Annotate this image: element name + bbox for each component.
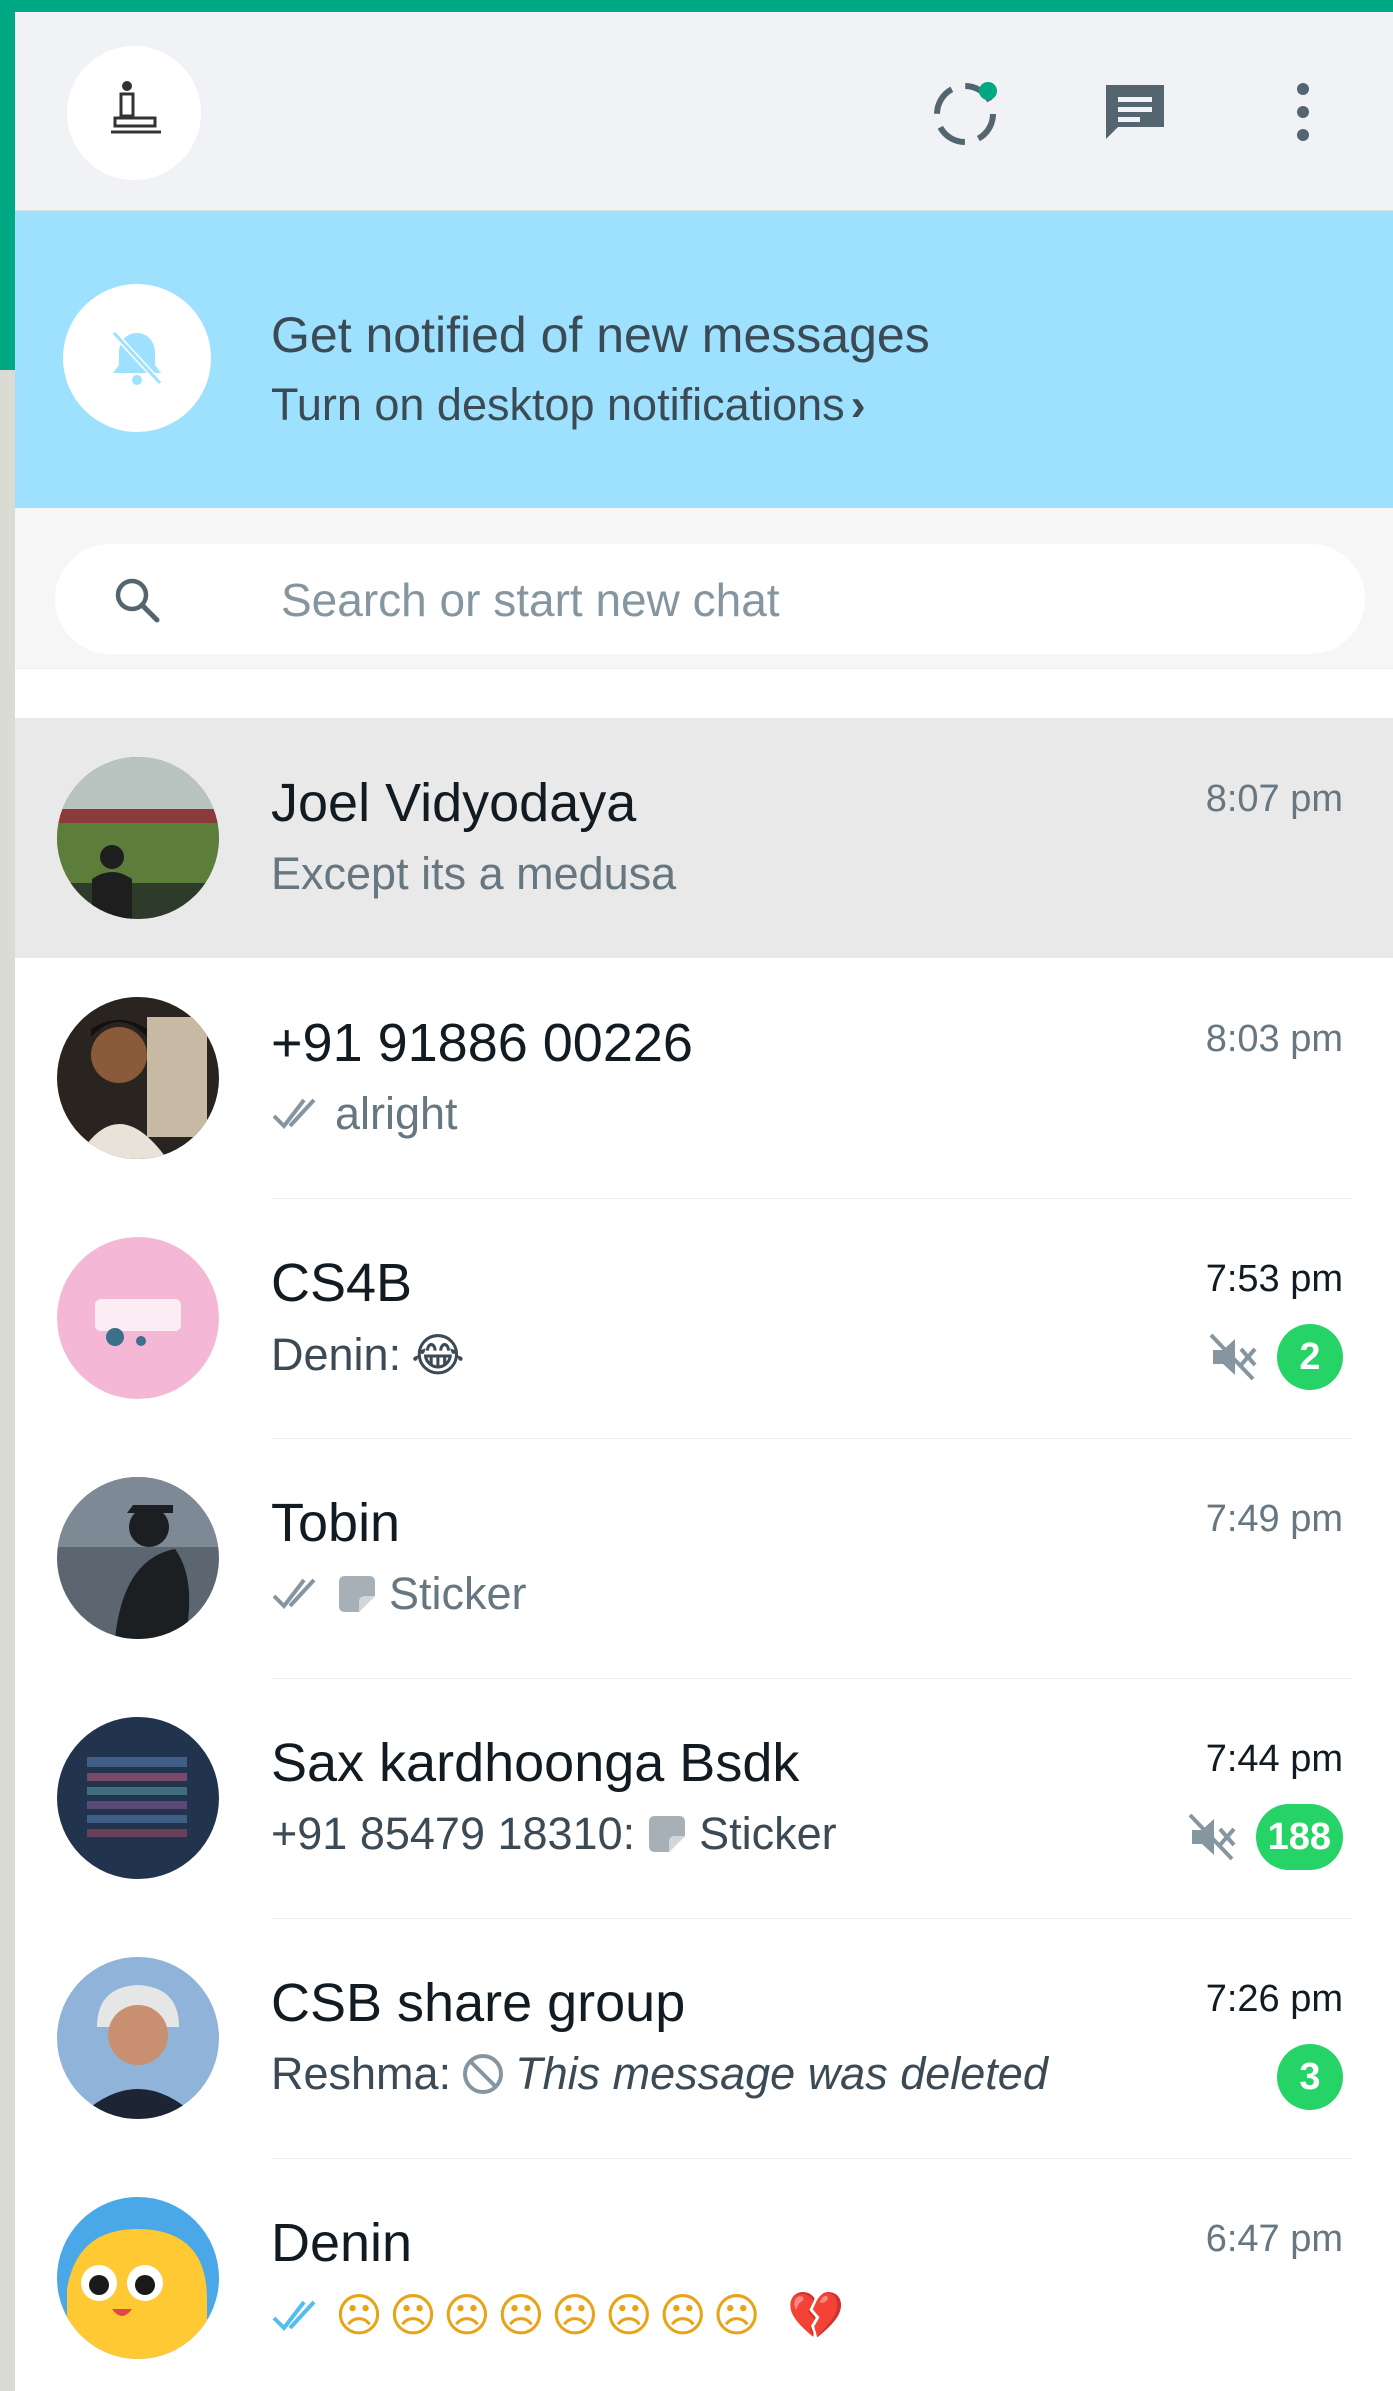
bell-off-circle [63,284,211,432]
status-button[interactable] [927,72,1007,152]
double-check-icon [272,1578,316,1610]
banner-title: Get notified of new messages [271,307,930,363]
avatar-image [57,1717,219,1879]
enable-notifications-link[interactable]: Turn on desktop notifications › [271,379,866,431]
profile-avatar[interactable] [67,46,201,180]
unread-badge: 188 [1255,1804,1343,1870]
avatar-image [57,1957,219,2119]
avatar-image [57,1237,219,1399]
preview-sender: +91 85479 18310: [271,1808,636,1859]
chat-preview: Sticker [271,1568,527,1620]
chat-name: Joel Vidyodaya [271,773,637,833]
chat-time: 7:44 pm [1205,1738,1343,1780]
chat-body: CS4B 7:53 pm Denin: 😂 2 [271,1198,1353,1439]
chat-name: Denin [271,2213,413,2273]
mute-icon [1209,1333,1257,1381]
status-icon [934,82,997,145]
search-bar [15,508,1393,669]
chat-row[interactable]: Tobin 7:49 pm Sticker [15,1438,1393,1679]
chat-preview: Reshma: This message was deleted [271,2048,1048,2100]
double-check-blue-icon [272,2300,316,2331]
chat-body: CSB share group 7:26 pm Reshma: This mes… [271,1918,1353,2159]
preview-text: Sticker [699,1808,837,1859]
chat-name: CSB share group [271,1973,686,2033]
chat-time: 8:03 pm [1205,1018,1343,1060]
chat-name: +91 91886 00226 [271,1013,693,1073]
sidebar-header [15,12,1393,211]
chat-row[interactable]: +91 91886 00226 8:03 pm alright [15,958,1393,1199]
double-check-icon [272,1098,316,1130]
new-chat-icon [1106,85,1164,139]
search-input[interactable] [279,564,1323,636]
chat-avatar [57,1717,219,1879]
mute-icon [1188,1813,1236,1861]
chat-row[interactable]: Denin 6:47 pm ☹☹☹☹☹☹☹☹ 💔 [15,2158,1393,2391]
chat-time: 7:49 pm [1205,1498,1343,1540]
sticker-icon [649,1816,686,1852]
chat-row[interactable]: CSB share group 7:26 pm Reshma: This mes… [15,1918,1393,2159]
chat-list: Joel Vidyodaya 8:07 pm Except its a medu… [15,718,1393,2391]
menu-button[interactable] [1263,72,1343,152]
preview-text: Except its a medusa [271,848,677,899]
menu-icon [1297,83,1309,141]
chat-time: 7:53 pm [1205,1258,1343,1300]
preview-sender: Denin: [271,1329,402,1380]
chat-avatar [57,1477,219,1639]
chat-time: 7:26 pm [1205,1978,1343,2020]
chat-avatar [57,1957,219,2119]
chat-row[interactable]: Joel Vidyodaya 8:07 pm Except its a medu… [15,718,1393,958]
chat-preview: ☹☹☹☹☹☹☹☹ 💔 [271,2288,851,2343]
unread-badge: 3 [1277,2044,1343,2110]
chat-avatar [57,757,219,919]
new-chat-button[interactable] [1095,72,1175,152]
chat-preview: Except its a medusa [271,848,676,900]
chat-row[interactable]: CS4B 7:53 pm Denin: 😂 2 [15,1198,1393,1439]
chat-preview: alright [271,1088,458,1140]
preview-sender: Reshma: [271,2048,452,2099]
user-avatar [111,81,161,134]
search-icon[interactable] [111,574,163,626]
chat-avatar [57,1237,219,1399]
deleted-icon [463,2054,504,2094]
chat-preview: +91 85479 18310: Sticker [271,1808,837,1860]
preview-emoji: 😂 [411,1328,465,1382]
chevron-right-icon: › [850,379,866,430]
sticker-icon [339,1576,375,1612]
chat-sidebar: Get notified of new messages Turn on des… [15,12,1393,2391]
chat-body: Joel Vidyodaya 8:07 pm Except its a medu… [271,718,1353,958]
chat-body: Sax kardhoonga Bsdk 7:44 pm +91 85479 18… [271,1678,1353,1919]
search-box[interactable] [55,544,1365,654]
chat-time: 6:47 pm [1205,2218,1343,2260]
chat-avatar [57,2197,219,2359]
unread-badge: 2 [1277,1324,1343,1390]
chat-meta: 188 [1186,1804,1343,1870]
chat-meta: 2 [1207,1324,1343,1390]
preview-text: This message was deleted [515,2048,1048,2099]
chat-name: Tobin [271,1493,401,1553]
chat-body: Tobin 7:49 pm Sticker [271,1438,1353,1679]
chat-name: Sax kardhoonga Bsdk [271,1733,800,1793]
chat-row[interactable]: Sax kardhoonga Bsdk 7:44 pm +91 85479 18… [15,1678,1393,1919]
chat-meta: 3 [1277,2044,1343,2110]
bell-off-icon [111,330,163,386]
chat-name: CS4B [271,1253,413,1313]
chat-avatar [57,997,219,1159]
avatar-image [57,997,219,1159]
avatar-image [57,2197,219,2359]
preview-emoji: ☹☹☹☹☹☹☹☹ 💔 [335,2288,851,2342]
avatar-image [57,757,219,919]
chat-preview: Denin: 😂 [271,1328,465,1382]
chat-body: Denin 6:47 pm ☹☹☹☹☹☹☹☹ 💔 [271,2158,1353,2391]
banner-subtitle: Turn on desktop notifications [271,379,845,430]
chat-body: +91 91886 00226 8:03 pm alright [271,958,1353,1199]
preview-text: alright [335,1088,458,1139]
avatar-image [57,1477,219,1639]
preview-text: Sticker [389,1568,527,1619]
chat-time: 8:07 pm [1205,778,1343,820]
notification-banner[interactable]: Get notified of new messages Turn on des… [15,211,1393,508]
